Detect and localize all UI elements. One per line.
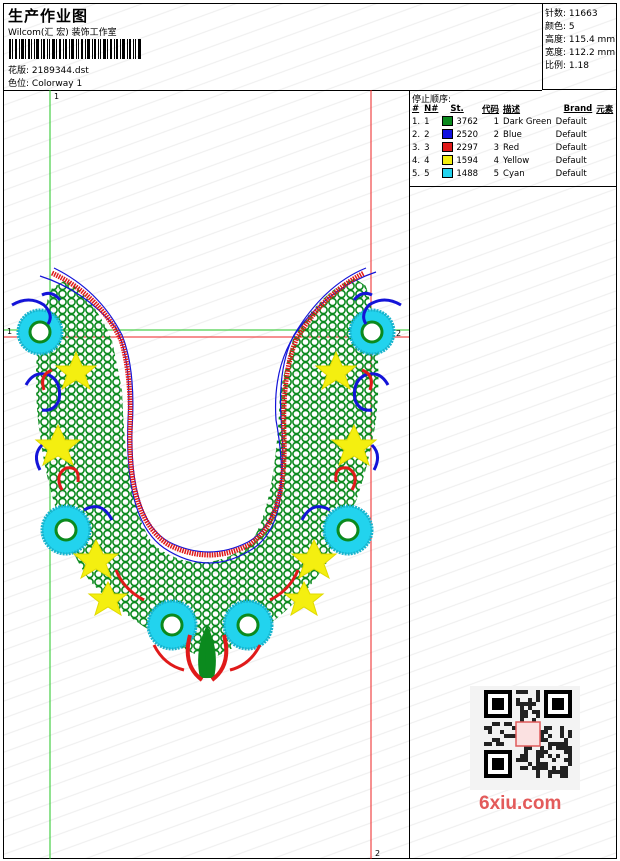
barcode bbox=[9, 39, 141, 59]
green-mesh-collar bbox=[35, 278, 379, 660]
row-index: 3. bbox=[412, 142, 421, 153]
row-description: Blue bbox=[503, 129, 522, 140]
stat-colors: 颜色: 5 bbox=[545, 22, 575, 32]
row-stitches: 1594 bbox=[440, 154, 480, 167]
guide-marker-top: 1 bbox=[54, 92, 59, 101]
stat-height: 高度: 115.4 mm bbox=[545, 35, 616, 45]
color-swatch bbox=[442, 116, 454, 127]
row-description: Red bbox=[503, 142, 520, 153]
design-file-row: 花版: 2189344.dst bbox=[8, 63, 89, 76]
row-index: 2. bbox=[412, 129, 421, 140]
row-stitches: 1488 bbox=[440, 167, 480, 180]
row-description: Dark Green bbox=[503, 116, 552, 127]
row-code: 3 bbox=[493, 142, 500, 153]
header-block: 生产作业图 Wilcom(汇 宏) 装饰工作室 花版: 2189344.dst … bbox=[4, 4, 542, 91]
row-element bbox=[594, 141, 615, 154]
guide-marker-bottom: 2 bbox=[375, 849, 380, 858]
guide-marker-right: 2 bbox=[396, 329, 401, 338]
design-file-label: 花版: bbox=[8, 66, 30, 76]
row-index: 1. bbox=[412, 116, 421, 127]
cyan-flower-right-mid bbox=[322, 504, 374, 556]
embroidery-design: 1 1 2 2 bbox=[4, 90, 409, 859]
row-brand: Default bbox=[555, 155, 587, 166]
row-description: Yellow bbox=[503, 155, 530, 166]
stat-width: 宽度: 112.2 mm bbox=[545, 48, 616, 58]
col-brand: Brand bbox=[563, 104, 593, 114]
row-brand: Default bbox=[555, 168, 587, 179]
col-code: 代码 bbox=[482, 105, 500, 115]
col-description: 描述 bbox=[503, 105, 521, 115]
colorway-value: Colorway 1 bbox=[31, 79, 83, 89]
row-element bbox=[594, 115, 615, 128]
row-brand: Default bbox=[555, 142, 587, 153]
row-stitches: 3762 bbox=[440, 115, 480, 128]
cyan-flower-left-top bbox=[16, 308, 64, 356]
row-index: 4. bbox=[412, 155, 421, 166]
row-brand: Default bbox=[555, 129, 587, 140]
row-needle: 1 bbox=[424, 116, 430, 127]
watermark-logo: 6xiu.com bbox=[479, 793, 562, 814]
stat-stitches: 针数: 11663 bbox=[545, 9, 598, 19]
row-needle: 2 bbox=[424, 129, 430, 140]
production-sheet: 生产作业图 Wilcom(汇 宏) 装饰工作室 花版: 2189344.dst … bbox=[3, 3, 617, 859]
stop-row: 4. 4 1594 4 Yellow Default bbox=[410, 154, 615, 167]
row-index: 5. bbox=[412, 168, 421, 179]
stop-row: 5. 5 1488 5 Cyan Default bbox=[410, 167, 615, 180]
color-swatch bbox=[442, 168, 454, 179]
cyan-flower-bottom-right bbox=[222, 599, 274, 651]
guide-marker-left: 1 bbox=[7, 327, 12, 336]
cyan-flower-left-mid bbox=[40, 504, 92, 556]
row-needle: 4 bbox=[424, 155, 430, 166]
col-needle: N# bbox=[424, 104, 439, 114]
stop-sequence-block: 停止顺序: # N# St. 代码 描述 Brand 元素 1. 1 3762 1 Da… bbox=[409, 90, 617, 187]
col-index: # bbox=[412, 104, 420, 114]
embroidery-design-area: 1 1 2 2 bbox=[4, 90, 410, 859]
qr-code bbox=[470, 686, 580, 790]
row-needle: 3 bbox=[424, 142, 430, 153]
row-description: Cyan bbox=[503, 168, 525, 179]
row-code: 5 bbox=[493, 168, 500, 179]
color-swatch bbox=[442, 155, 454, 166]
colorway-label: 色位: bbox=[8, 79, 30, 89]
company-name: Wilcom(汇 宏) 装饰工作室 bbox=[8, 28, 117, 38]
row-needle: 5 bbox=[424, 168, 430, 179]
row-stitches: 2297 bbox=[440, 141, 480, 154]
color-swatch bbox=[442, 142, 454, 153]
row-code: 2 bbox=[493, 129, 500, 140]
cyan-flower-right-top bbox=[348, 308, 396, 356]
colorway-row: 色位: Colorway 1 bbox=[8, 76, 82, 89]
row-element bbox=[594, 128, 615, 141]
page-title: 生产作业图 bbox=[8, 7, 89, 25]
stop-row: 2. 2 2520 2 Blue Default bbox=[410, 128, 615, 141]
row-code: 1 bbox=[493, 116, 500, 127]
row-stitches: 2520 bbox=[440, 128, 480, 141]
stop-table-header: # N# St. 代码 描述 Brand 元素 bbox=[410, 103, 615, 115]
row-brand: Default bbox=[555, 116, 587, 127]
stat-scale: 比例: 1.18 bbox=[545, 61, 589, 71]
row-element bbox=[594, 154, 615, 167]
col-element: 元素 bbox=[596, 105, 614, 115]
stats-block: 针数: 11663 颜色: 5 高度: 115.4 mm 宽度: 112.2 m… bbox=[542, 4, 617, 90]
stop-row: 1. 1 3762 1 Dark Green Default bbox=[410, 115, 615, 128]
row-element bbox=[594, 167, 615, 180]
design-file-value: 2189344.dst bbox=[31, 66, 89, 76]
stop-row: 3. 3 2297 3 Red Default bbox=[410, 141, 615, 154]
col-stitches: St. bbox=[450, 104, 464, 114]
stop-sequence-table: # N# St. 代码 描述 Brand 元素 1. 1 3762 1 Dark Gre… bbox=[410, 103, 615, 180]
color-swatch bbox=[442, 129, 454, 140]
row-code: 4 bbox=[493, 155, 500, 166]
